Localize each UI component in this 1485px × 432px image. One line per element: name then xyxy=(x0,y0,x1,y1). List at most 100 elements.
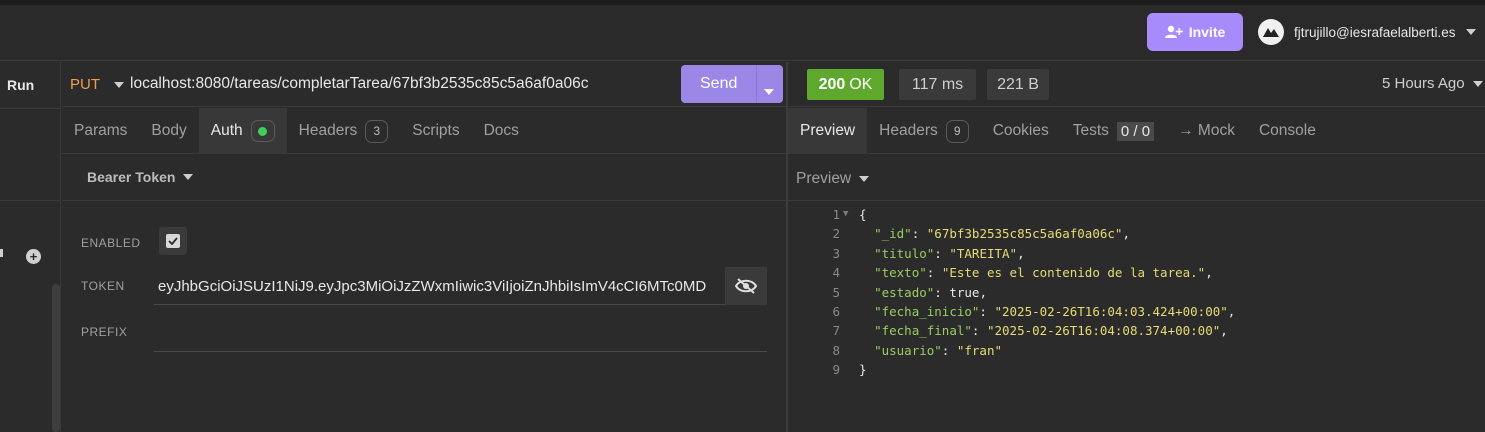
divider xyxy=(0,108,61,109)
tab-scripts[interactable]: Scripts xyxy=(400,108,471,154)
json-key: "fecha_final" xyxy=(874,323,972,339)
json-key: "_id" xyxy=(874,226,912,242)
line-number: 2 xyxy=(832,226,840,242)
response-body[interactable]: 1 ▼{2 "_id": "67bf3b2535c85c5a6af0a06c", 3… xyxy=(788,205,1485,380)
tab-headers[interactable]: Headers 3 xyxy=(287,108,401,154)
code-text: { xyxy=(859,207,867,222)
status-text: OK xyxy=(849,75,873,93)
chevron-down-icon xyxy=(1465,29,1476,35)
line-number: 4 xyxy=(832,265,840,281)
tab-label: Auth xyxy=(210,122,243,139)
chevron-down-icon xyxy=(183,174,194,180)
status-code: 200 xyxy=(818,75,846,93)
line-number: 8 xyxy=(832,342,840,358)
user-email: fjtrujillo@iesrafaelalberti.es xyxy=(1294,24,1456,40)
code-line: 8 "usuario": "fran" xyxy=(788,341,1485,360)
json-key: "texto" xyxy=(874,265,927,281)
line-number: 9 xyxy=(832,362,840,378)
response-age: 5 Hours Ago xyxy=(1382,75,1465,92)
preview-mode-select[interactable]: Preview xyxy=(796,170,870,188)
json-key: "titulo" xyxy=(874,245,935,261)
request-tabs: Params Body Auth Headers 3 Scripts Docs xyxy=(62,108,787,154)
invite-button[interactable]: Invite xyxy=(1147,13,1243,51)
json-value: "Este es el contenido de la tarea." xyxy=(941,265,1206,281)
preview-mode-bar: Preview xyxy=(788,155,1485,201)
tab-docs[interactable]: Docs xyxy=(472,108,531,154)
run-button[interactable]: Run xyxy=(7,77,34,93)
json-key: "usuario" xyxy=(874,342,942,358)
auth-type-bar: Bearer Token xyxy=(62,155,787,201)
tab-body[interactable]: Body xyxy=(139,108,198,154)
code-text: "estado": true, xyxy=(874,284,987,300)
tab-label: Headers xyxy=(879,122,938,139)
tab-label: Headers xyxy=(298,122,358,139)
line-number: 3 xyxy=(832,245,840,261)
url-input[interactable]: localhost:8080/tareas/completarTarea/67b… xyxy=(130,75,588,93)
app-header: Invite fjtrujillo@iesrafaelalberti.es xyxy=(0,5,1485,61)
tab-label: Docs xyxy=(483,122,519,139)
chevron-down-icon xyxy=(764,89,774,95)
tab-label: Cookies xyxy=(992,122,1049,139)
response-time: 117 ms xyxy=(899,69,976,100)
auth-type-select[interactable]: Bearer Token xyxy=(87,169,194,185)
tab-cookies[interactable]: Cookies xyxy=(981,108,1061,154)
add-icon[interactable]: + xyxy=(26,249,41,264)
tab-label: Preview xyxy=(800,122,856,139)
tab-console[interactable]: Console xyxy=(1247,108,1328,154)
code-line: 3 "titulo": "TAREITA", xyxy=(788,244,1485,263)
chevron-down-icon xyxy=(114,81,124,88)
status-dot-icon xyxy=(258,126,268,136)
status-badge: 200 OK xyxy=(807,69,884,100)
prefix-input[interactable] xyxy=(154,312,767,352)
add-user-icon xyxy=(1164,25,1183,38)
send-options-button[interactable] xyxy=(764,82,774,100)
check-icon xyxy=(166,234,180,248)
fold-icon[interactable]: ▼ xyxy=(843,205,848,224)
code-text: "usuario": "fran" xyxy=(874,342,1003,358)
method-select[interactable]: PUT xyxy=(70,76,124,93)
history-select[interactable]: 5 Hours Ago xyxy=(1382,75,1483,92)
response-size: 221 B xyxy=(987,69,1049,100)
send-label: Send xyxy=(700,75,738,92)
prefix-label: PREFIX xyxy=(81,325,128,339)
tab-mock[interactable]: → Mock xyxy=(1166,108,1247,154)
auth-enabled-indicator xyxy=(250,120,275,142)
json-value: "2025-02-26T16:04:03.424+00:00" xyxy=(994,303,1228,319)
code-line: 9} xyxy=(788,360,1485,379)
tab-auth[interactable]: Auth xyxy=(198,108,287,154)
tab-tests[interactable]: Tests 0 / 0 xyxy=(1061,108,1166,154)
code-text: } xyxy=(859,362,867,378)
code-text: "texto": "Este es el contenido de la tar… xyxy=(874,265,1213,281)
preview-mode-label: Preview xyxy=(796,170,852,187)
chevron-down-icon xyxy=(859,176,870,182)
code-line: 4 "texto": "Este es el contenido de la t… xyxy=(788,263,1485,282)
response-tabs: Preview Headers 9 Cookies Tests 0 / 0 → … xyxy=(788,108,1485,154)
json-value: "TAREITA" xyxy=(949,245,1018,261)
user-menu[interactable]: fjtrujillo@iesrafaelalberti.es xyxy=(1258,18,1476,46)
json-value: "fran" xyxy=(956,342,1003,358)
line-number: 6 xyxy=(832,303,840,319)
enabled-checkbox[interactable] xyxy=(159,227,187,255)
tab-label: → Mock xyxy=(1178,122,1235,139)
eye-off-icon xyxy=(735,278,757,294)
invite-label: Invite xyxy=(1188,24,1226,40)
method-label: PUT xyxy=(70,76,100,93)
count-badge: 3 xyxy=(365,119,389,143)
hide-token-button[interactable] xyxy=(725,267,767,305)
avatar xyxy=(1258,19,1284,45)
tab-preview[interactable]: Preview xyxy=(788,108,868,154)
json-key: "fecha_inicio" xyxy=(874,303,980,319)
send-button[interactable]: Send xyxy=(681,65,783,103)
scrollbar[interactable] xyxy=(52,284,60,432)
response-status-bar: 200 OK 117 ms 221 B 5 Hours Ago xyxy=(788,62,1485,107)
line-number: 1 xyxy=(832,207,840,222)
tests-count: 0 / 0 xyxy=(1116,121,1155,141)
code-line: 2 "_id": "67bf3b2535c85c5a6af0a06c", xyxy=(788,224,1485,243)
code-line: 1 ▼ { xyxy=(788,205,1485,224)
code-line: 5 "estado": true, xyxy=(788,283,1485,302)
token-label: TOKEN xyxy=(81,279,125,293)
tab-response-headers[interactable]: Headers 9 xyxy=(867,108,981,154)
token-input[interactable]: eyJhbGciOiJSUzI1NiJ9.eyJpc3MiOiJzZWxmIiw… xyxy=(154,267,725,305)
json-value: "2025-02-26T16:04:08.374+00:00" xyxy=(986,323,1221,339)
tab-params[interactable]: Params xyxy=(62,108,139,154)
